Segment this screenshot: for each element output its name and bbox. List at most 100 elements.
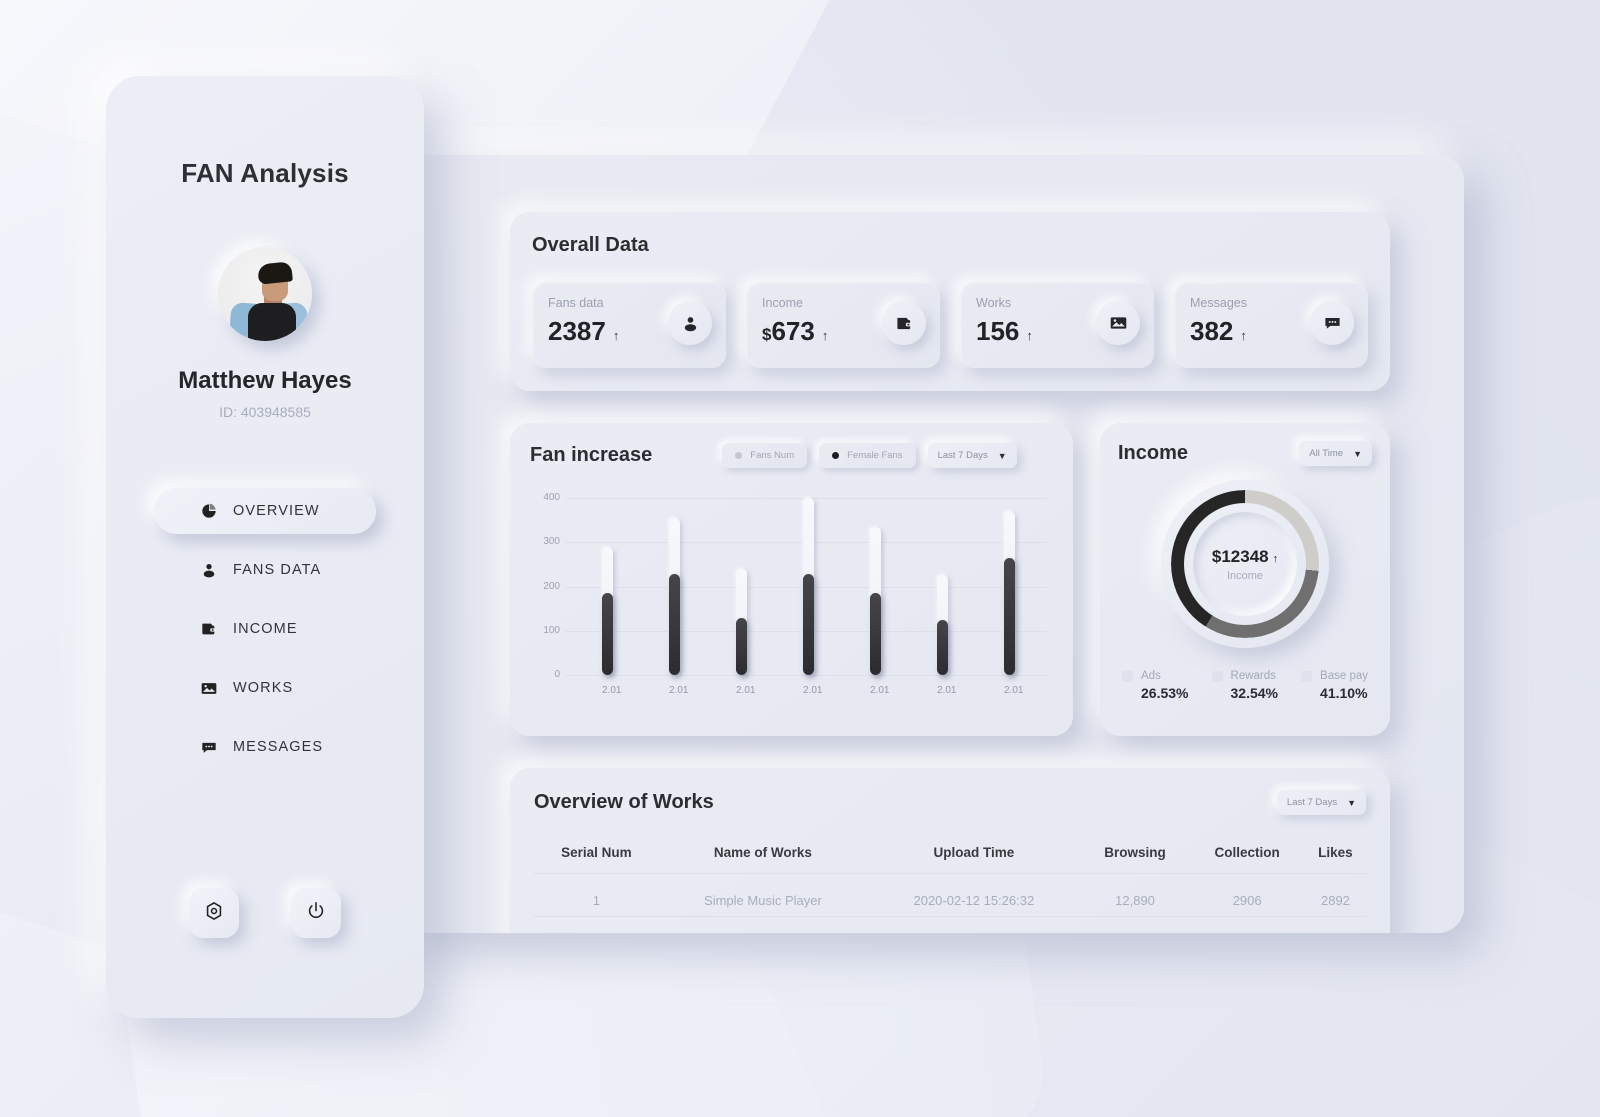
chat-icon — [200, 738, 218, 756]
stat-card-messages[interactable]: Messages 382 ↑ — [1174, 282, 1368, 368]
bar-female-fans — [870, 593, 881, 675]
bar-pair — [870, 498, 881, 675]
legend-label: Rewards — [1230, 670, 1276, 682]
stat-trend-arrow: ↑ — [612, 328, 620, 343]
y-axis-tick-label: 200 — [543, 580, 560, 592]
works-table-head: Serial Num Name of Works Upload Time Browsi… — [534, 837, 1366, 874]
works-range-dropdown[interactable]: Last 7 Days ▼ — [1276, 790, 1366, 815]
image-icon — [200, 679, 218, 697]
sidebar-action-buttons — [189, 888, 341, 938]
avatar-shirt — [248, 303, 296, 341]
legend-swatch-icon — [1301, 670, 1313, 682]
chevron-down-icon: ▼ — [1347, 797, 1356, 808]
works-header: Overview of Works Last 7 Days ▼ — [534, 790, 1366, 815]
works-table-body: 1 Simple Music Player 2020-02-12 15:26:32 1… — [534, 874, 1366, 917]
legend-label: Female Fans — [847, 450, 903, 461]
legend-percentage: 32.54% — [1230, 685, 1278, 701]
bar-female-fans — [937, 619, 948, 675]
fan-increase-card: Fan increase Fans Num Female Fans Last 7… — [510, 423, 1073, 736]
x-axis-labels: 2.01 2.01 2.01 2.01 2.01 2.01 2.01 — [574, 685, 1043, 696]
bar-female-fans — [669, 574, 680, 675]
table-cell: 12,890 — [1115, 893, 1155, 908]
bar-pair — [669, 498, 680, 675]
income-title: Income — [1118, 442, 1189, 464]
x-axis-tick-label: 2.01 — [1004, 685, 1024, 696]
stat-card-list: Fans data 2387 ↑ Income $ 673 ↑ Works 15… — [532, 282, 1368, 368]
sidebar-item-label: OVERVIEW — [233, 503, 320, 519]
legend-label: Base pay — [1320, 670, 1368, 682]
stat-card-works[interactable]: Works 156 ↑ — [960, 282, 1154, 368]
income-card: Income All Time ▼ $12348 ↑ Income Ads 26.5… — [1100, 423, 1390, 736]
power-button[interactable] — [291, 888, 341, 938]
dropdown-value: Last 7 Days — [1286, 797, 1338, 808]
bar-group — [574, 498, 1043, 675]
sidebar-item-messages[interactable]: MESSAGES — [154, 724, 376, 770]
wallet-icon — [200, 620, 218, 638]
bar-female-fans — [803, 574, 814, 675]
fan-increase-range-dropdown[interactable]: Last 7 Days ▼ — [927, 443, 1017, 468]
stat-card-income[interactable]: Income $ 673 ↑ — [746, 282, 940, 368]
income-legend: Ads 26.53% Rewards 32.54% Base pay 41.10% — [1122, 670, 1368, 701]
table-column-header: Browsing — [1104, 845, 1166, 860]
settings-button[interactable] — [189, 888, 239, 938]
works-card: Overview of Works Last 7 Days ▼ Serial N… — [510, 768, 1390, 933]
y-axis-tick-label: 400 — [543, 492, 560, 503]
x-axis-tick-label: 2.01 — [937, 685, 957, 696]
legend-label: Fans Num — [750, 450, 795, 461]
stat-trend-arrow: ↑ — [1026, 328, 1033, 343]
table-cell: 2020-02-12 15:26:32 — [913, 893, 1035, 908]
table-row[interactable]: 1 Simple Music Player 2020-02-12 15:26:32 1… — [534, 874, 1366, 917]
bar-pair — [1004, 498, 1015, 675]
fan-increase-header: Fan increase Fans Num Female Fans Last 7… — [530, 443, 1053, 468]
sidebar-item-income[interactable]: INCOME — [154, 606, 376, 652]
legend-percentage: 41.10% — [1320, 685, 1368, 701]
table-cell: 1 — [592, 893, 600, 908]
bar-pair — [602, 498, 613, 675]
works-title: Overview of Works — [534, 791, 714, 813]
legend-swatch-icon — [1122, 670, 1133, 682]
bar-female-fans — [602, 593, 613, 675]
legend-chip-fans-num[interactable]: Fans Num — [722, 443, 808, 468]
sidebar: FAN Analysis Matthew Hayes ID: 403948585… — [106, 76, 424, 1018]
bar-pair — [803, 498, 814, 675]
power-icon — [305, 900, 327, 927]
table-column-header: Name of Works — [713, 845, 812, 860]
sidebar-item-fans-data[interactable]: FANS DATA — [154, 547, 376, 593]
stat-card-fans-data[interactable]: Fans data 2387 ↑ — [532, 282, 726, 368]
y-axis-tick-label: 0 — [554, 669, 560, 680]
sidebar-item-label: FANS DATA — [233, 562, 322, 578]
legend-chip-female-fans[interactable]: Female Fans — [819, 443, 916, 468]
income-legend-item: Base pay 41.10% — [1301, 670, 1368, 701]
avatar-hair — [257, 261, 293, 285]
income-range-dropdown[interactable]: All Time ▼ — [1299, 441, 1372, 466]
app-title: FAN Analysis — [181, 158, 349, 188]
stat-trend-arrow: ↑ — [821, 328, 829, 343]
bar-female-fans — [736, 618, 747, 675]
user-name: Matthew Hayes — [178, 367, 352, 394]
grid-line — [566, 675, 1047, 676]
stat-number: 382 — [1190, 316, 1234, 346]
income-legend-item: Ads 26.53% — [1122, 670, 1188, 701]
sidebar-item-works[interactable]: WORKS — [154, 665, 376, 711]
y-axis-tick-label: 100 — [543, 624, 560, 636]
table-column-header: Serial Num — [561, 845, 632, 860]
donut-center-label: Income — [1226, 569, 1264, 582]
works-header-row: Serial Num Name of Works Upload Time Browsi… — [534, 837, 1366, 874]
image-icon — [1096, 301, 1140, 345]
income-donut-chart: $12348 ↑ Income — [1161, 480, 1329, 648]
legend-dot-icon — [832, 452, 840, 459]
pie-chart-icon — [200, 502, 218, 520]
donut-value-text: $12348 — [1211, 546, 1269, 566]
dropdown-value: Last 7 Days — [937, 450, 988, 461]
stat-number: 673 — [771, 316, 815, 346]
bar-pair — [736, 498, 747, 675]
income-header: Income All Time ▼ — [1118, 441, 1372, 466]
overall-data-card: Overall Data Fans data 2387 ↑ Income $ 6… — [510, 212, 1390, 391]
sidebar-item-overview[interactable]: OVERVIEW — [154, 488, 376, 534]
user-id: ID: 403948585 — [219, 404, 311, 420]
legend-dot-icon — [735, 452, 743, 459]
sidebar-nav: OVERVIEW FANS DATA INCOME WORKS MESSAGES — [106, 488, 424, 783]
stat-currency: $ — [762, 325, 772, 344]
sidebar-item-label: WORKS — [233, 680, 294, 696]
table-column-header: Upload Time — [933, 845, 1015, 860]
